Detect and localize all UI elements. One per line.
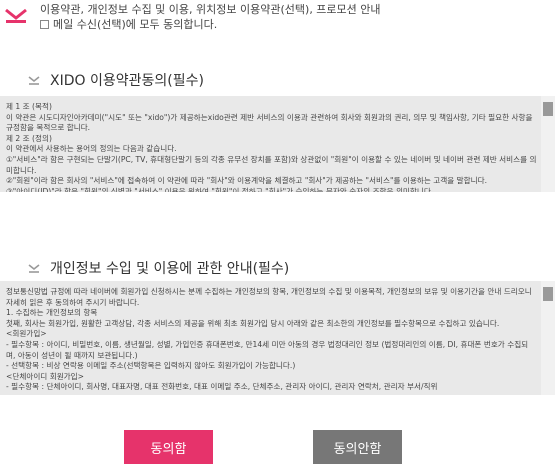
check-icon[interactable]	[4, 6, 28, 24]
agree-all-text-2: 메일 수신(선택)에 모두 동의합니다.	[53, 18, 218, 31]
chevron-down-icon	[28, 264, 40, 273]
disagree-button[interactable]: 동의안함	[313, 430, 402, 464]
agree-button[interactable]: 동의함	[124, 430, 213, 464]
agree-all-row[interactable]: 이용약관, 개인정보 수집 및 이용, 위치정보 이용약관(선택), 프로모션 …	[0, 0, 555, 34]
scroll-thumb[interactable]	[543, 287, 553, 301]
email-opt-checkbox[interactable]	[40, 19, 49, 29]
scrollbar[interactable]	[541, 281, 555, 395]
privacy-text-box[interactable]: 정보통신망법 규정에 따라 네이버에 회원가입 신청하시는 분께 수집하는 개인…	[0, 281, 555, 395]
agree-all-text: 이용약관, 개인정보 수집 및 이용, 위치정보 이용약관(선택), 프로모션 …	[40, 3, 381, 16]
privacy-text: 정보통신망법 규정에 따라 네이버에 회원가입 신청하시는 분께 수집하는 개인…	[6, 287, 532, 392]
terms-text: 제 1 조 (목적) 이 약관은 시도디자인아카데미("시도" 또는 "xido…	[6, 102, 537, 192]
terms-section-title: XIDO 이용약관동의(필수)	[28, 70, 204, 90]
privacy-section-title: 개인정보 수입 및 이용에 관한 안내(필수)	[28, 258, 289, 278]
scrollbar[interactable]	[541, 96, 555, 192]
chevron-down-icon	[28, 76, 40, 85]
terms-text-box[interactable]: 제 1 조 (목적) 이 약관은 시도디자인아카데미("시도" 또는 "xido…	[0, 96, 555, 192]
scroll-thumb[interactable]	[543, 102, 553, 116]
